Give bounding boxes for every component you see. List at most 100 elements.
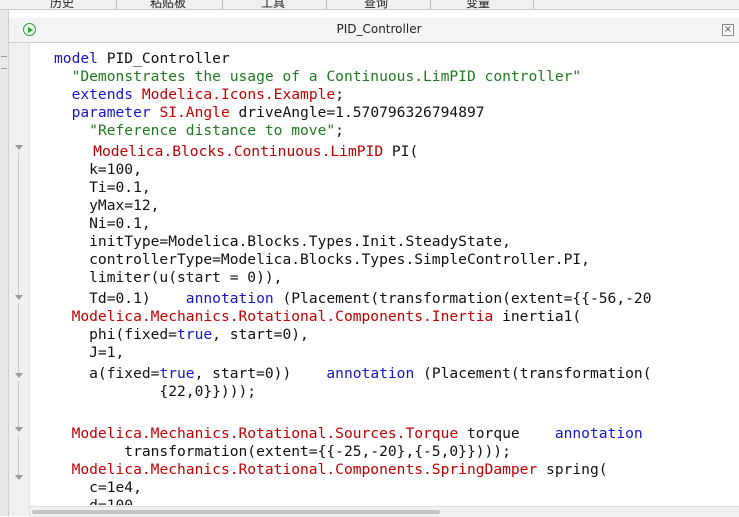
code-token: SI.Angle xyxy=(159,104,230,121)
code-token: annotation xyxy=(326,365,415,382)
code-token: Modelica.Mechanics.Rotational.Components… xyxy=(71,308,494,325)
code-token: model xyxy=(54,50,98,67)
code-editor[interactable]: model PID_Controller "Demonstrates the u… xyxy=(30,43,739,505)
code-line: k=100, xyxy=(54,161,142,179)
tab-tools[interactable]: 工具 xyxy=(261,0,285,9)
tab-divider xyxy=(326,0,327,9)
top-tab-strip: 历史 粘贴板 工具 查询 变量 xyxy=(0,0,739,10)
code-line: {22,0}}))); xyxy=(54,383,256,401)
code-token: driveAngle=1.570796326794897 xyxy=(229,104,485,121)
code-token: annotation xyxy=(185,290,274,307)
code-token: Ti=0.1, xyxy=(54,179,151,196)
fold-range-line xyxy=(18,381,19,427)
code-line: phi(fixed=true, start=0), xyxy=(54,326,309,344)
tab-history[interactable]: 历史 xyxy=(50,0,74,9)
scrollbar-thumb[interactable] xyxy=(32,510,440,514)
code-line: J=1, xyxy=(54,344,124,362)
code-line: Modelica.Mechanics.Rotational.Components… xyxy=(54,461,608,479)
code-token: (Placement(transformation(extent={{-56,-… xyxy=(273,290,652,307)
code-line: Modelica.Blocks.Continuous.LimPID PI( xyxy=(58,143,418,161)
fold-toggle-icon[interactable] xyxy=(15,475,23,480)
tab-divider xyxy=(533,0,534,9)
code-token: a(fixed= xyxy=(54,365,160,382)
code-line: Modelica.Mechanics.Rotational.Sources.To… xyxy=(54,425,643,443)
code-token: ; xyxy=(335,122,344,139)
code-token: parameter xyxy=(71,104,151,121)
code-line: parameter SI.Angle driveAngle=1.57079632… xyxy=(54,104,485,122)
code-line: c=1e4, xyxy=(54,479,142,497)
close-icon[interactable]: × xyxy=(722,24,734,36)
code-line: transformation(extent={{-25,-20},{-5,0}}… xyxy=(54,443,511,461)
fold-toggle-icon[interactable] xyxy=(15,295,23,300)
code-token: limiter(u(start = 0)), xyxy=(54,269,283,286)
code-line: a(fixed=true, start=0)) annotation (Plac… xyxy=(54,365,652,383)
fold-toggle-icon[interactable] xyxy=(15,145,23,150)
code-token: ; xyxy=(335,86,344,103)
code-token: annotation xyxy=(554,425,643,442)
tab-divider xyxy=(222,0,223,9)
code-token: spring( xyxy=(537,461,608,478)
code-token: extends xyxy=(71,86,134,103)
fold-range-line xyxy=(18,303,19,373)
code-line: model PID_Controller xyxy=(54,50,230,68)
code-token: c=1e4, xyxy=(54,479,142,496)
fold-range-line xyxy=(18,435,19,475)
fold-gutter xyxy=(9,43,30,516)
code-token: inertia1( xyxy=(493,308,582,325)
panel-marker xyxy=(1,56,7,57)
code-line: Modelica.Mechanics.Rotational.Components… xyxy=(54,308,582,326)
code-line: extends Modelica.Icons.Example; xyxy=(54,86,344,104)
tab-clipboard[interactable]: 粘贴板 xyxy=(150,0,186,9)
code-token: Modelica.Mechanics.Rotational.Sources.To… xyxy=(71,425,459,442)
editor-window-titlebar: PID_Controller × xyxy=(9,18,739,43)
horizontal-scrollbar[interactable] xyxy=(30,506,739,517)
code-token: initType=Modelica.Blocks.Types.Init.Stea… xyxy=(54,233,511,250)
code-token: , start=0)) xyxy=(194,365,327,382)
code-token: k=100, xyxy=(54,161,142,178)
code-token: true xyxy=(177,326,213,343)
code-line: Td=0.1) annotation (Placement(transforma… xyxy=(54,290,651,308)
code-token: "Demonstrates the usage of a Continuous.… xyxy=(71,68,582,85)
tab-divider xyxy=(430,0,431,9)
code-token: Modelica.Icons.Example xyxy=(141,86,336,103)
code-token: Modelica.Mechanics.Rotational.Components… xyxy=(71,461,538,478)
window-title: PID_Controller xyxy=(336,22,422,36)
code-line: "Reference distance to move"; xyxy=(54,122,344,140)
panel-marker xyxy=(1,68,7,69)
code-line: Ni=0.1, xyxy=(54,215,151,233)
code-token: yMax=12, xyxy=(54,197,160,214)
tab-divider xyxy=(116,0,117,9)
left-panel-strip xyxy=(0,10,9,516)
fold-range-line xyxy=(18,153,19,295)
code-line: limiter(u(start = 0)), xyxy=(54,269,282,287)
code-token: PI( xyxy=(383,143,419,160)
code-token: true xyxy=(159,365,195,382)
code-token: transformation(extent={{-25,-20},{-5,0}}… xyxy=(54,443,511,460)
code-token: {22,0}}))); xyxy=(54,383,257,400)
fold-toggle-icon[interactable] xyxy=(15,427,23,432)
code-line: yMax=12, xyxy=(54,197,159,215)
code-token: J=1, xyxy=(54,344,125,361)
code-token: Td=0.1) xyxy=(54,290,186,307)
code-token: "Reference distance to move" xyxy=(89,122,336,139)
tab-variables[interactable]: 变量 xyxy=(466,0,490,9)
code-token: phi(fixed= xyxy=(54,326,178,343)
tab-query[interactable]: 查询 xyxy=(364,0,388,9)
code-token: (Placement(transformation( xyxy=(414,365,652,382)
code-line: controllerType=Modelica.Blocks.Types.Sim… xyxy=(54,251,590,269)
code-line: initType=Modelica.Blocks.Types.Init.Stea… xyxy=(54,233,511,251)
code-token: torque xyxy=(458,425,555,442)
code-line: d=100 xyxy=(54,497,133,505)
code-line: "Demonstrates the usage of a Continuous.… xyxy=(54,68,582,86)
code-token: Modelica.Blocks.Continuous.LimPID xyxy=(93,143,384,160)
fold-toggle-icon[interactable] xyxy=(15,373,23,378)
code-token: Ni=0.1, xyxy=(54,215,151,232)
